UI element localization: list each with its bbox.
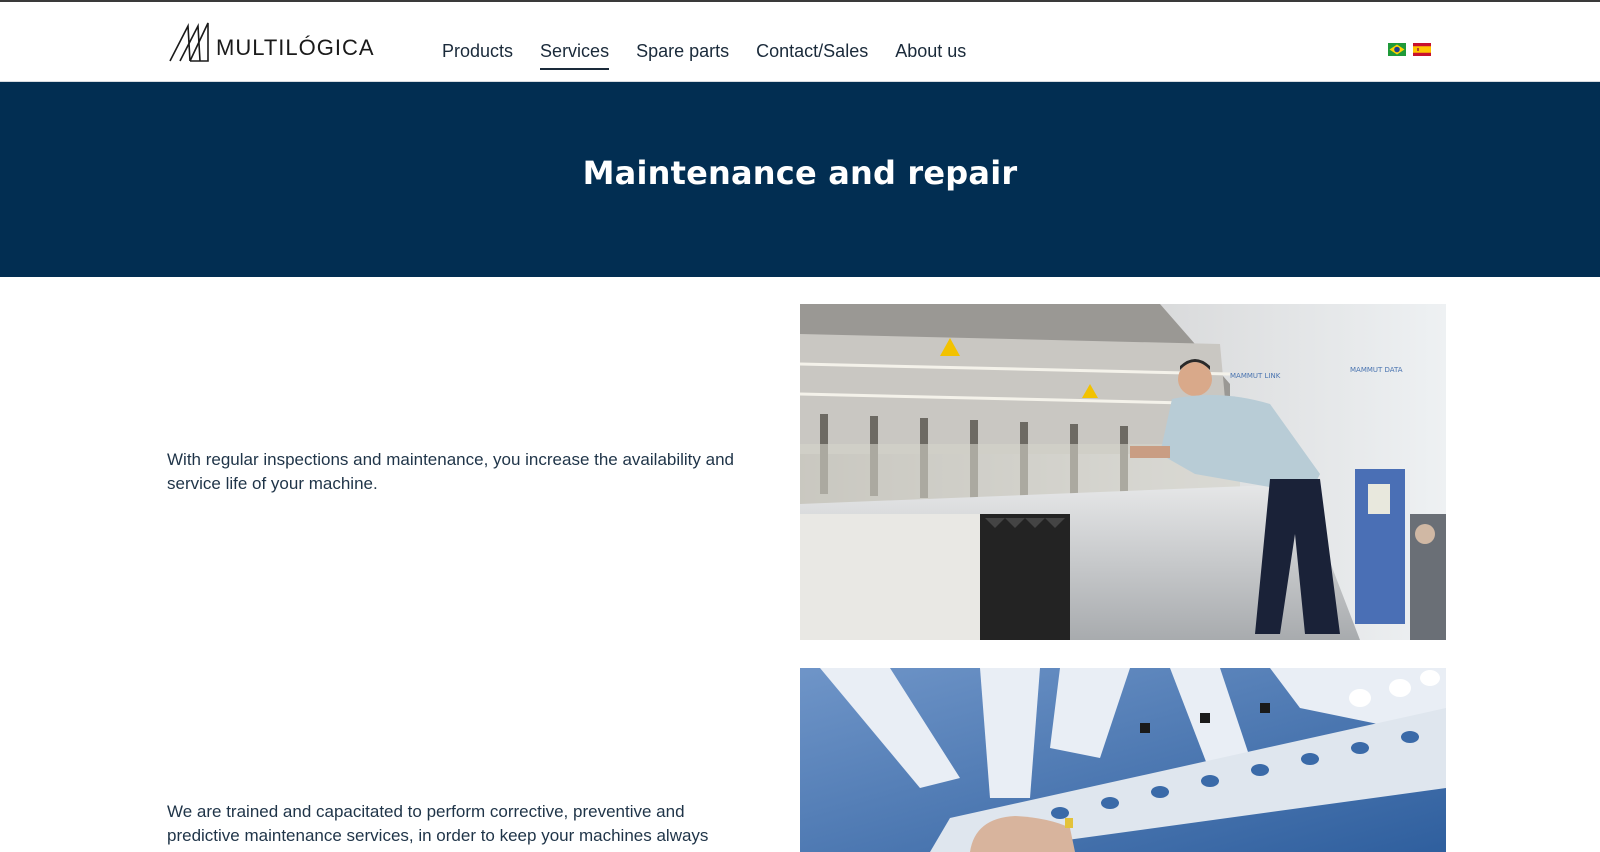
nav-about-us[interactable]: About us [895,41,966,70]
brazil-flag-icon[interactable] [1388,43,1406,56]
nav-contact-sales[interactable]: Contact/Sales [756,41,868,70]
language-switcher [1388,43,1431,56]
section-text: With regular inspections and maintenance… [167,450,734,493]
site-header: MULTILÓGICA Products Services Spare part… [0,2,1600,82]
nav-spare-parts[interactable]: Spare parts [636,41,729,70]
svg-text:MAMMUT DATA: MAMMUT DATA [1350,366,1403,374]
logo-text: MULTILÓGICA [216,35,375,60]
main-navigation: Products Services Spare parts Contact/Sa… [442,41,966,70]
page-title: Maintenance and repair [582,153,1018,192]
machine-parts-closeup-photo [800,668,1446,852]
svg-text:MAMMUT LINK: MAMMUT LINK [1230,372,1281,380]
nav-services[interactable]: Services [540,41,610,70]
nav-products[interactable]: Products [442,41,513,70]
technician-working-on-machine-photo: MAMMUT LINK MAMMUT DATA [800,304,1446,640]
hero-banner: Maintenance and repair [0,82,1600,277]
logo-mark-icon [169,22,209,62]
multilogica-logo[interactable]: MULTILÓGICA [168,18,400,62]
spain-flag-icon[interactable] [1413,43,1431,56]
section-text: We are trained and capacitated to perfor… [167,802,709,845]
